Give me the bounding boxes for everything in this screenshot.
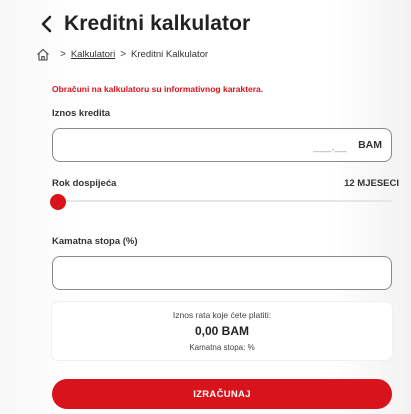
chevron-left-icon — [41, 15, 52, 33]
breadcrumb-separator: > — [120, 48, 127, 60]
breadcrumb-separator: > — [60, 48, 66, 60]
result-rate: Kamatna stopa: % — [189, 343, 255, 352]
back-button[interactable] — [36, 11, 56, 37]
rate-label: Kamatna stopa (%) — [52, 236, 138, 247]
page-title: Kreditni kalkulator — [64, 12, 251, 35]
amount-label: Iznos kredita — [52, 108, 111, 119]
currency-label: BAM — [358, 139, 382, 151]
term-label: Rok dospijeća — [52, 178, 117, 189]
disclaimer-text: Obračuni na kalkulatoru su informativnog… — [52, 84, 264, 94]
calculate-button[interactable]: IZRAČUNAJ — [52, 379, 392, 409]
result-card: Iznos rata koje ćete platiti: 0,00 BAM K… — [52, 302, 392, 360]
term-slider-track[interactable] — [58, 200, 392, 202]
amount-mask: ___,__ — [313, 142, 347, 153]
term-slider-thumb[interactable] — [50, 194, 66, 210]
result-amount: 0,00 BAM — [194, 324, 250, 338]
rate-input[interactable] — [52, 256, 392, 290]
page-header: Kreditni kalkulator — [36, 10, 250, 38]
result-caption: Iznos rata koje ćete platiti: — [172, 310, 272, 320]
breadcrumb: > Kalkulatori > Kreditni Kalkulator — [36, 47, 208, 61]
amount-input[interactable]: ___,__ BAM — [52, 128, 392, 162]
term-value: 12 MJESECI — [344, 178, 399, 189]
home-icon[interactable] — [36, 48, 50, 61]
breadcrumb-current: Kreditni Kalkulator — [131, 48, 209, 60]
breadcrumb-link-calculators[interactable]: Kalkulatori — [71, 49, 115, 60]
calculator-page: Kreditni kalkulator > Kalkulatori > Kred… — [0, 0, 411, 414]
